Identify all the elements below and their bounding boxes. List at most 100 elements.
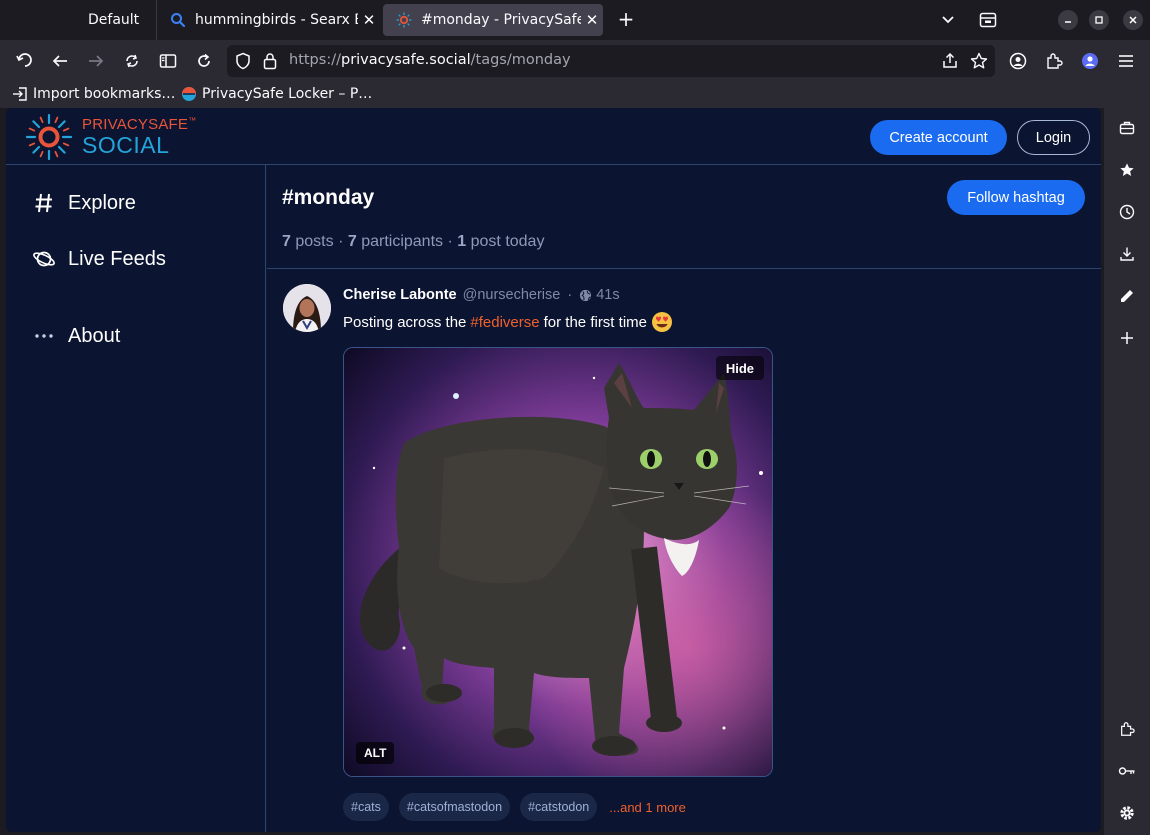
tab-monday-active[interactable]: #monday - PrivacySafe Sc ✕: [383, 4, 603, 36]
lock-icon[interactable]: [259, 50, 281, 72]
today-count: 1: [457, 233, 467, 250]
nav-item-explore[interactable]: Explore: [32, 191, 136, 215]
close-window-icon[interactable]: [1123, 10, 1143, 30]
hide-media-button[interactable]: Hide: [715, 356, 764, 380]
author-handle[interactable]: @nursecherise: [463, 287, 561, 303]
add-panel-icon[interactable]: [1116, 327, 1138, 349]
post-text: Posting across the #fediverse for the fi…: [343, 311, 673, 333]
bookmark-label: PrivacySafe Locker – P…: [202, 86, 373, 102]
login-button[interactable]: Login: [1017, 120, 1090, 155]
sync-icon[interactable]: [121, 50, 143, 72]
more-hashtags-link[interactable]: ...and 1 more: [609, 800, 686, 815]
privacysafe-locker-icon: [181, 86, 197, 102]
ellipsis-icon: [32, 324, 56, 348]
bookmarks-bar: Import bookmarks… PrivacySafe Locker – P…: [0, 82, 1150, 108]
firefox-view-icon[interactable]: [977, 10, 999, 30]
bookmarks-star-icon[interactable]: [1116, 159, 1138, 181]
tab-label: hummingbirds - Searx Be: [195, 12, 358, 28]
divider: [267, 268, 1101, 269]
main-column: #monday Follow hashtag 7 posts · 7 parti…: [267, 165, 1101, 832]
hashtag-link-fediverse[interactable]: #fediverse: [470, 314, 539, 331]
key-icon[interactable]: [1116, 760, 1138, 782]
shield-icon[interactable]: [232, 50, 254, 72]
pencil-icon[interactable]: [1116, 285, 1138, 307]
import-icon: [12, 86, 28, 102]
privacysafe-favicon-icon: [393, 12, 415, 28]
bookmark-label: Import bookmarks…: [33, 86, 176, 102]
alt-text-badge[interactable]: ALT: [356, 742, 395, 764]
site-header: PRIVACYSAFE™ SOCIAL Create account Login: [6, 108, 1101, 165]
tab-default[interactable]: Default: [76, 0, 152, 40]
nav-label: Explore: [68, 191, 136, 214]
url-scheme: https://: [289, 52, 341, 68]
undo-close-tab-icon[interactable]: [14, 50, 36, 72]
stats-separator: ·: [338, 233, 344, 250]
post-hashtags: #cats #catsofmastodon #catstodon ...and …: [343, 793, 686, 821]
share-icon[interactable]: [939, 50, 961, 72]
today-label: post today: [470, 233, 545, 250]
avatar[interactable]: [283, 284, 331, 332]
close-tab-icon[interactable]: ✕: [581, 11, 603, 29]
follow-hashtag-button[interactable]: Follow hashtag: [947, 180, 1085, 215]
bookmark-import[interactable]: Import bookmarks…: [12, 86, 175, 102]
post-text-before: Posting across the: [343, 313, 467, 331]
left-navigation: Explore Live Feeds About: [6, 165, 266, 832]
extensions-icon[interactable]: [1043, 50, 1065, 72]
tab-bar: Default hummingbirds - Searx Be ✕ #monda…: [0, 0, 1150, 40]
hashtag-chip[interactable]: #catsofmastodon: [398, 793, 511, 821]
tab-searx[interactable]: hummingbirds - Searx Be ✕: [156, 0, 380, 40]
url-text[interactable]: https://privacysafe.social/tags/monday: [289, 52, 571, 68]
posts-label: posts: [295, 233, 334, 250]
posts-count: 7: [282, 233, 291, 250]
url-bar[interactable]: https://privacysafe.social/tags/monday: [227, 45, 995, 77]
logo-trademark: ™: [188, 116, 197, 125]
nav-label: About: [68, 324, 121, 347]
hashtag-chip[interactable]: #catstodon: [520, 793, 598, 821]
extension-puzzle-icon[interactable]: [1116, 718, 1138, 740]
post-text-after: for the first time: [543, 313, 647, 331]
sidebar-toggle-icon[interactable]: [157, 50, 179, 72]
nav-item-live-feeds[interactable]: Live Feeds: [32, 247, 166, 271]
participants-label: participants: [361, 233, 444, 250]
new-tab-icon[interactable]: +: [614, 8, 638, 32]
heart-eyes-emoji-icon: [651, 311, 673, 333]
logo-top-text: PRIVACYSAFE: [82, 116, 189, 133]
settings-gear-icon[interactable]: [1116, 802, 1138, 824]
hashtag-stats: 7 posts · 7 participants · 1 post today: [282, 233, 544, 251]
post-time[interactable]: 41s: [596, 287, 619, 303]
bookmark-privacysafe-locker[interactable]: PrivacySafe Locker – P…: [181, 86, 372, 102]
hamburger-menu-icon[interactable]: [1115, 50, 1137, 72]
privacysafe-social-logo[interactable]: PRIVACYSAFE™ SOCIAL: [24, 112, 196, 162]
logo-bottom-text: SOCIAL: [82, 132, 170, 158]
author-name[interactable]: Cherise Labonte: [343, 287, 457, 303]
globe-icon: [579, 289, 592, 302]
history-clock-icon[interactable]: [1116, 201, 1138, 223]
profile-avatar-icon[interactable]: [1079, 50, 1101, 72]
browser-sidebar: [1104, 108, 1150, 835]
media-attachment[interactable]: Hide ALT: [343, 347, 773, 777]
nav-item-about[interactable]: About: [32, 324, 120, 348]
create-account-button[interactable]: Create account: [870, 120, 1007, 155]
minimize-window-icon[interactable]: [1058, 10, 1078, 30]
maximize-window-icon[interactable]: [1089, 10, 1109, 30]
close-tab-icon[interactable]: ✕: [358, 11, 380, 29]
account-icon[interactable]: [1007, 50, 1029, 72]
tab-label: Default: [88, 12, 140, 28]
reload-icon[interactable]: [193, 50, 215, 72]
separator-dot: ·: [567, 287, 573, 303]
page-title: #monday: [282, 186, 375, 209]
stats-separator: ·: [447, 233, 453, 250]
tab-label: #monday - PrivacySafe Sc: [421, 12, 581, 28]
url-path: /tags/monday: [470, 52, 571, 68]
cat-in-space-image: [344, 348, 772, 776]
planet-icon: [32, 247, 56, 271]
star-icon[interactable]: [968, 50, 990, 72]
briefcase-icon[interactable]: [1116, 117, 1138, 139]
forward-arrow-icon[interactable]: [85, 50, 107, 72]
back-arrow-icon[interactable]: [49, 50, 71, 72]
participants-count: 7: [347, 233, 357, 250]
nav-label: Live Feeds: [68, 247, 166, 270]
downloads-icon[interactable]: [1116, 243, 1138, 265]
hashtag-chip[interactable]: #cats: [343, 793, 389, 821]
tab-list-chevron-icon[interactable]: [937, 10, 959, 30]
